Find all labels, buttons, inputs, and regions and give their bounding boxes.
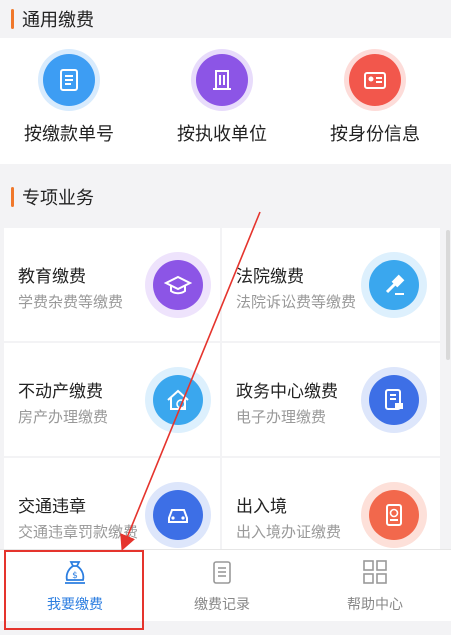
annotation-arrow [120, 211, 261, 551]
